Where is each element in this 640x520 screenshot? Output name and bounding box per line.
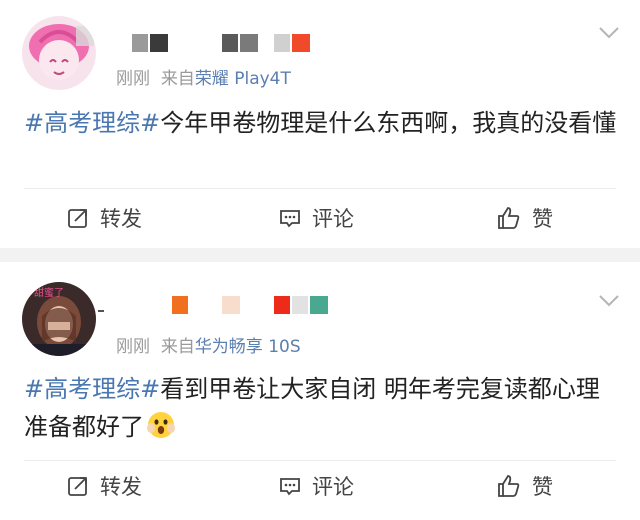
comment-label: 评论 [312,207,354,231]
feed-post: 甜蜜了 刚刚 来自华为畅享 10S #高考理综#看到甲卷让大家自闭 明年考完复读… [0,262,640,520]
comment-button[interactable]: 评论 [278,198,354,238]
action-bar: 转发 评论 赞 [0,466,640,506]
like-button[interactable]: 赞 [496,198,553,238]
chevron-down-icon[interactable] [598,294,620,308]
chevron-down-icon[interactable] [598,26,620,40]
post-text: 今年甲卷物理是什么东西啊，我真的没看懂 [160,109,617,137]
device-source[interactable]: 华为畅享 10S [195,337,301,357]
post-meta: 刚刚 来自华为畅享 10S [116,332,301,357]
svg-text:甜蜜了: 甜蜜了 [34,286,64,299]
divider [24,460,616,461]
repost-icon [68,209,87,228]
action-bar: 转发 评论 赞 [0,198,640,238]
thumbs-up-icon [498,475,520,497]
avatar[interactable] [22,16,96,90]
post-content: #高考理综#今年甲卷物理是什么东西啊，我真的没看懂 [24,104,620,142]
avatar[interactable]: 甜蜜了 [22,282,96,356]
post-time: 刚刚 [116,69,150,89]
comment-icon [280,210,300,228]
from-prefix: 来自 [160,337,195,357]
from-prefix: 来自 [160,69,195,89]
post-separator [0,248,640,262]
like-label: 赞 [532,207,553,231]
feed-post: 刚刚 来自荣耀 Play4T #高考理综#今年甲卷物理是什么东西啊，我真的没看懂… [0,0,640,248]
like-label: 赞 [532,475,553,499]
comment-icon [280,478,300,496]
repost-button[interactable]: 转发 [66,198,142,238]
device-source[interactable]: 荣耀 Play4T [195,69,291,89]
topic-tag[interactable]: #高考理综# [24,109,160,137]
thumbs-up-icon [498,207,520,229]
post-content: #高考理综#看到甲卷让大家自闭 明年考完复读都心理准备都好了 [24,370,620,446]
comment-label: 评论 [312,475,354,499]
like-button[interactable]: 赞 [496,466,553,506]
repost-label: 转发 [100,475,142,499]
divider [24,188,616,189]
post-meta: 刚刚 来自荣耀 Play4T [116,64,291,89]
repost-label: 转发 [100,207,142,231]
scared-face-emoji-icon [147,412,175,438]
repost-icon [68,477,87,496]
repost-button[interactable]: 转发 [66,466,142,506]
comment-button[interactable]: 评论 [278,466,354,506]
post-time: 刚刚 [116,337,150,357]
topic-tag[interactable]: #高考理综# [24,375,160,403]
